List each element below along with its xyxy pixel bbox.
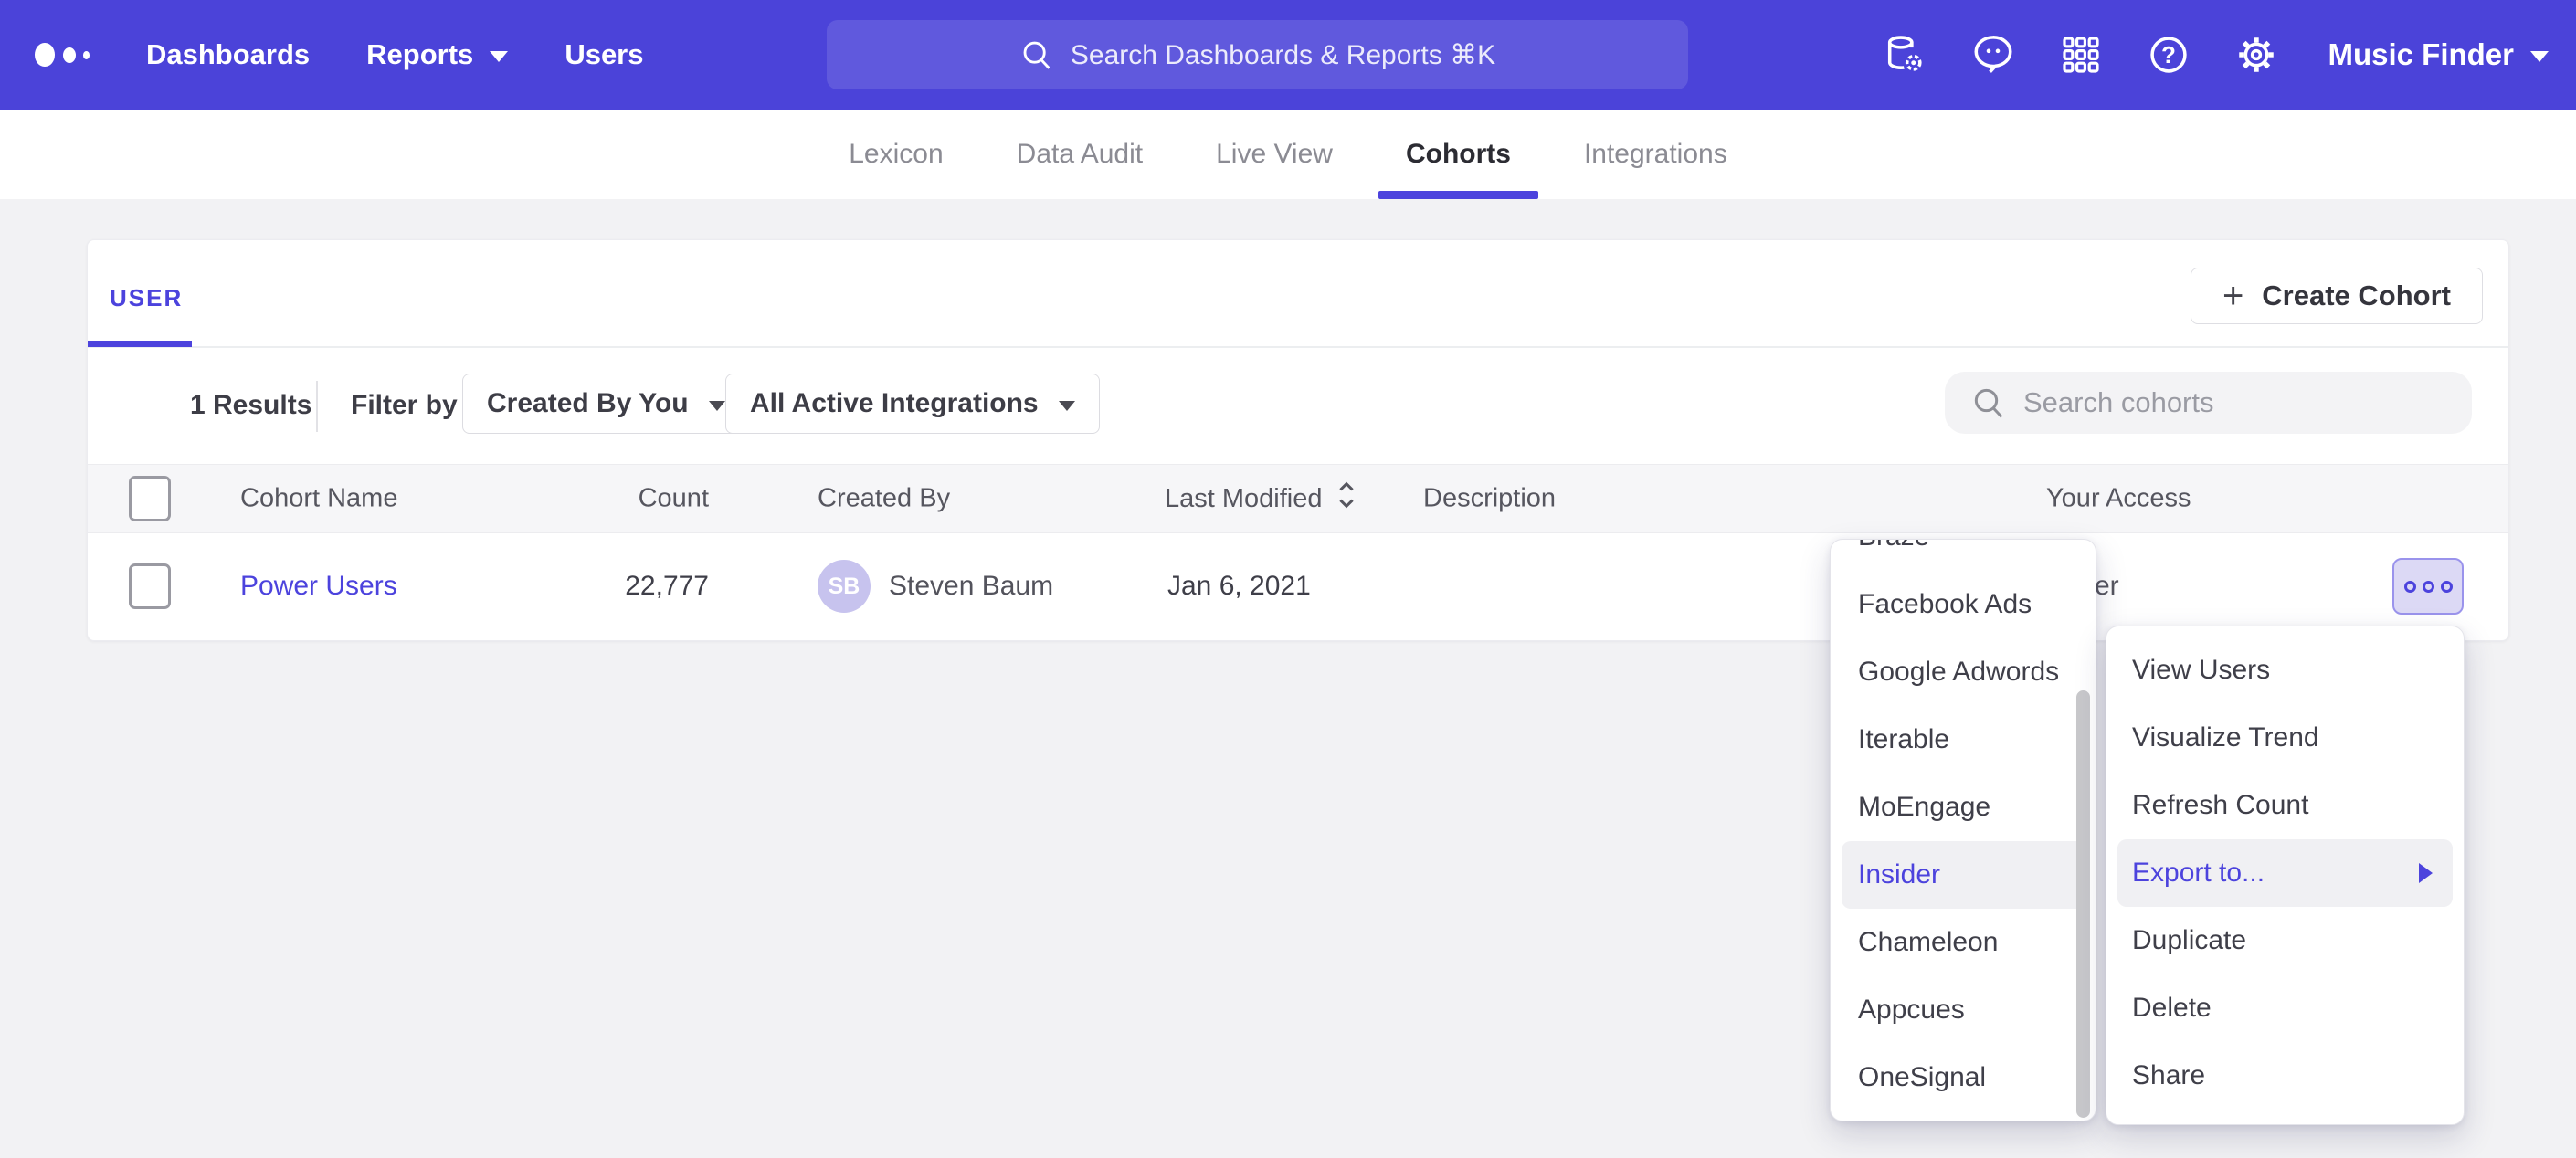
chevron-down-icon	[1059, 401, 1075, 411]
search-cohorts-placeholder: Search cohorts	[2023, 386, 2214, 419]
menu-item-view-users[interactable]: View Users	[2106, 637, 2464, 704]
select-all-checkbox[interactable]	[129, 476, 171, 521]
row-checkbox[interactable]	[129, 563, 171, 609]
creator-avatar: SB	[818, 560, 871, 613]
filter-integrations-dropdown[interactable]: All Active Integrations	[725, 374, 1100, 434]
tab-integrations[interactable]: Integrations	[1547, 110, 1764, 199]
ellipsis-icon	[2404, 581, 2416, 593]
active-tab-underline	[1378, 191, 1538, 199]
column-your-access[interactable]: Your Access	[2046, 484, 2191, 514]
filter-created-by-dropdown[interactable]: Created By You	[462, 374, 750, 434]
filter-by-label: Filter by	[351, 390, 458, 421]
search-cohorts-input[interactable]: Search cohorts	[1945, 372, 2472, 434]
column-description[interactable]: Description	[1423, 484, 1556, 514]
search-icon	[1970, 384, 2007, 421]
access-value-fragment: er	[2095, 571, 2119, 602]
cohorts-card: USER + Create Cohort 1 Results Filter by…	[87, 239, 2509, 641]
nav-item-reports[interactable]: Reports	[366, 38, 508, 71]
column-last-modified[interactable]: Last Modified	[1165, 479, 1357, 518]
nav-right-group: ? Music Finder	[1842, 0, 2549, 110]
export-destinations-submenu: Braze Facebook Ads Google Adwords Iterab…	[1830, 539, 2096, 1121]
sort-icon	[1336, 479, 1357, 518]
cohort-type-tabs: USER + Create Cohort	[88, 240, 2508, 348]
menu-item-facebook-ads[interactable]: Facebook Ads	[1831, 571, 2096, 638]
chevron-down-icon	[709, 401, 725, 411]
table-row: Power Users 22,777 SB Steven Baum Jan 6,…	[88, 533, 2508, 639]
menu-item-duplicate[interactable]: Duplicate	[2106, 907, 2464, 974]
apps-grid-icon[interactable]	[2057, 31, 2105, 79]
chevron-down-icon	[2530, 51, 2549, 62]
submenu-scrollbar[interactable]	[2076, 690, 2090, 1118]
plus-icon: +	[2222, 278, 2243, 314]
table-header: Cohort Name Count Created By Last Modifi…	[88, 464, 2508, 533]
menu-item-chameleon[interactable]: Chameleon	[1831, 909, 2096, 976]
row-more-actions-button[interactable]	[2392, 558, 2464, 615]
menu-item-share[interactable]: Share	[2106, 1042, 2464, 1110]
settings-gear-icon[interactable]	[2233, 31, 2280, 79]
menu-item-google-adwords[interactable]: Google Adwords	[1831, 638, 2096, 706]
create-cohort-button[interactable]: + Create Cohort	[2191, 268, 2483, 324]
cohorts-toolbar: 1 Results Filter by Created By You All A…	[88, 348, 2508, 464]
section-tabbar: Lexicon Data Audit Live View Cohorts Int…	[0, 110, 2576, 199]
results-count: 1 Results	[190, 390, 311, 421]
row-actions-menu: View Users Visualize Trend Refresh Count…	[2106, 626, 2465, 1125]
nav-item-dashboards[interactable]: Dashboards	[146, 38, 310, 71]
chevron-down-icon	[490, 51, 508, 62]
global-search-input[interactable]: Search Dashboards & Reports ⌘K	[827, 20, 1688, 89]
data-management-icon[interactable]	[1882, 31, 1929, 79]
tab-user-cohorts[interactable]: USER	[110, 284, 183, 312]
cohort-name-link[interactable]: Power Users	[240, 571, 397, 602]
column-created-by[interactable]: Created By	[818, 484, 950, 514]
row-actions-list: View Users Visualize Trend Refresh Count…	[2106, 626, 2464, 1110]
top-nav: Dashboards Reports Users Search Dashboar…	[0, 0, 2576, 110]
export-destinations-list: Braze Facebook Ads Google Adwords Iterab…	[1831, 539, 2096, 1111]
menu-item-appcues[interactable]: Appcues	[1831, 976, 2096, 1044]
search-icon	[1019, 37, 1054, 72]
column-count[interactable]: Count	[563, 484, 709, 514]
menu-item-visualize-trend[interactable]: Visualize Trend	[2106, 704, 2464, 772]
column-cohort-name[interactable]: Cohort Name	[240, 484, 397, 514]
toolbar-divider	[316, 381, 318, 432]
project-name: Music Finder	[2328, 37, 2514, 72]
menu-item-insider[interactable]: Insider	[1842, 841, 2085, 909]
tab-data-audit[interactable]: Data Audit	[980, 110, 1179, 199]
cohort-count: 22,777	[563, 571, 709, 602]
feedback-icon[interactable]	[1969, 31, 2017, 79]
creator-name: Steven Baum	[889, 571, 1053, 602]
user-tab-underline	[88, 341, 192, 347]
tab-lexicon[interactable]: Lexicon	[812, 110, 979, 199]
menu-item-onesignal[interactable]: OneSignal	[1831, 1044, 2096, 1111]
nav-item-users[interactable]: Users	[565, 38, 643, 71]
last-modified-date: Jan 6, 2021	[1167, 571, 1311, 602]
menu-item-refresh-count[interactable]: Refresh Count	[2106, 772, 2464, 839]
help-icon[interactable]: ?	[2145, 31, 2192, 79]
tab-cohorts[interactable]: Cohorts	[1369, 110, 1547, 199]
global-search-placeholder: Search Dashboards & Reports ⌘K	[1071, 39, 1495, 71]
tab-live-view[interactable]: Live View	[1179, 110, 1369, 199]
menu-item-delete[interactable]: Delete	[2106, 974, 2464, 1042]
menu-item-braze[interactable]: Braze	[1831, 539, 2096, 571]
svg-text:?: ?	[2162, 41, 2177, 68]
menu-item-moengage[interactable]: MoEngage	[1831, 774, 2096, 841]
cohorts-page: Dashboards Reports Users Search Dashboar…	[0, 0, 2576, 1158]
project-switcher[interactable]: Music Finder	[2328, 37, 2549, 72]
mixpanel-logo-icon[interactable]	[35, 43, 90, 67]
menu-item-export-to[interactable]: Export to...	[2117, 839, 2453, 907]
submenu-arrow-icon	[2419, 863, 2433, 883]
menu-item-iterable[interactable]: Iterable	[1831, 706, 2096, 774]
